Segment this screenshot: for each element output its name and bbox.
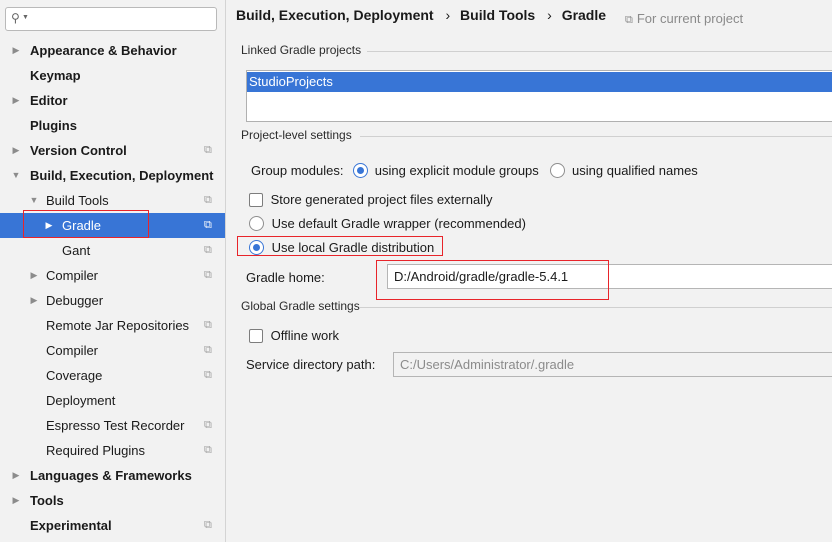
global-gradle-settings-title: Global Gradle settings [241, 299, 360, 313]
gradle-home-label: Gradle home: [246, 270, 325, 285]
sidebar-item-remote-jar-repositories[interactable]: Remote Jar Repositories ⧉ [0, 313, 225, 338]
sidebar-item-label: Deployment [46, 393, 116, 408]
project-scope-icon: ⧉ [204, 219, 212, 231]
breadcrumb-gradle[interactable]: Gradle [562, 7, 606, 23]
project-scope-icon: ⧉ [204, 194, 212, 206]
sidebar-item-label: Languages & Frameworks [30, 468, 192, 483]
sidebar-item-label: Tools [30, 493, 64, 508]
search-input[interactable]: ⚲ ▼ [5, 7, 217, 31]
chevron-right-icon[interactable]: ▶ [28, 288, 40, 313]
breadcrumb-separator: › [547, 7, 552, 23]
sidebar-item-label: Compiler [46, 268, 99, 283]
radio-default-wrapper[interactable] [249, 216, 264, 231]
chevron-right-icon[interactable]: ▶ [10, 138, 22, 163]
sidebar-item-label: Experimental [30, 518, 112, 533]
breadcrumb-build-tools[interactable]: Build Tools [460, 7, 535, 23]
highlight-box-local-distribution [237, 236, 443, 256]
list-item[interactable]: StudioProjects [247, 72, 832, 92]
search-icon[interactable]: ⚲ [11, 11, 20, 25]
qualified-names-label[interactable]: using qualified names [572, 163, 698, 178]
store-external-checkbox[interactable] [249, 193, 263, 207]
sidebar-item-label: Plugins [30, 118, 77, 133]
sidebar-item-label: Gant [62, 243, 91, 258]
default-wrapper-row: Use default Gradle wrapper (recommended) [249, 216, 526, 231]
default-wrapper-label[interactable]: Use default Gradle wrapper (recommended) [272, 216, 526, 231]
sidebar-item-label: Required Plugins [46, 443, 146, 458]
store-external-label[interactable]: Store generated project files externally [271, 192, 493, 207]
sidebar-item-label: Appearance & Behavior [30, 43, 177, 58]
sidebar-item-required-plugins[interactable]: Required Plugins ⧉ [0, 438, 225, 463]
chevron-down-icon[interactable]: ▼ [10, 163, 22, 188]
offline-work-label[interactable]: Offline work [271, 328, 339, 343]
sidebar-item-gant[interactable]: Gant ⧉ [0, 238, 225, 263]
project-scope-icon: ⧉ [204, 519, 212, 531]
section-divider [367, 51, 832, 52]
sidebar-item-label: Remote Jar Repositories [46, 318, 190, 333]
linked-projects-list[interactable]: StudioProjects [246, 70, 832, 122]
sidebar-item-compiler[interactable]: ▶ Compiler ⧉ [0, 263, 225, 288]
sidebar-item-label: Compiler [46, 343, 99, 358]
sidebar-item-debugger[interactable]: ▶ Debugger [0, 288, 225, 313]
sidebar-item-label: Debugger [46, 293, 104, 308]
chevron-right-icon[interactable]: ▶ [10, 38, 22, 63]
sidebar-item-label: Build, Execution, Deployment [30, 168, 214, 183]
sidebar-item-experimental[interactable]: Experimental ⧉ [0, 513, 225, 538]
service-directory-field[interactable]: C:/Users/Administrator/.gradle [393, 352, 832, 377]
for-current-project-note: ⧉ For current project [625, 11, 743, 27]
project-scope-icon: ⧉ [204, 344, 212, 356]
chevron-right-icon[interactable]: ▶ [10, 463, 22, 488]
section-divider [360, 136, 832, 137]
project-scope-icon: ⧉ [204, 419, 212, 431]
sidebar-item-languages-frameworks[interactable]: ▶ Languages & Frameworks [0, 463, 225, 488]
offline-work-row: Offline work [249, 328, 339, 343]
sidebar-item-deployment[interactable]: Deployment [0, 388, 225, 413]
radio-explicit-module-groups[interactable] [353, 163, 369, 178]
sidebar-item-coverage[interactable]: Coverage ⧉ [0, 363, 225, 388]
sidebar-item-espresso-test-recorder[interactable]: Espresso Test Recorder ⧉ [0, 413, 225, 438]
sidebar-item-appearance-behavior[interactable]: ▶ Appearance & Behavior [0, 38, 225, 63]
store-external-row: Store generated project files externally [249, 192, 492, 207]
sidebar-item-editor[interactable]: ▶ Editor [0, 88, 225, 113]
sidebar-item-tools[interactable]: ▶ Tools [0, 488, 225, 513]
project-scope-icon: ⧉ [204, 369, 212, 381]
for-current-project-label: For current project [636, 11, 744, 26]
sidebar-item-label: Keymap [30, 68, 81, 83]
sidebar-item-version-control[interactable]: ▶ Version Control ⧉ [0, 138, 225, 163]
radio-qualified-names[interactable] [550, 163, 566, 178]
chevron-right-icon[interactable]: ▶ [10, 88, 22, 113]
group-modules-label: Group modules: [251, 163, 344, 178]
project-scope-icon: ⧉ [204, 244, 212, 256]
sidebar-item-plugins[interactable]: Plugins [0, 113, 225, 138]
offline-work-checkbox[interactable] [249, 329, 263, 343]
chevron-right-icon[interactable]: ▶ [28, 263, 40, 288]
sidebar-item-build-execution-deployment[interactable]: ▼ Build, Execution, Deployment [0, 163, 225, 188]
service-directory-label: Service directory path: [246, 357, 376, 372]
linked-projects-title: Linked Gradle projects [241, 43, 362, 57]
sidebar-item-label: Version Control [30, 143, 127, 158]
project-level-settings-title: Project-level settings [241, 128, 352, 142]
project-scope-icon: ⧉ [204, 144, 212, 156]
highlight-box-gradle [23, 210, 149, 238]
settings-sidebar: ⚲ ▼ ▶ Appearance & Behavior Keymap ▶ Editor P… [0, 0, 226, 542]
sidebar-item-label: Espresso Test Recorder [46, 418, 185, 433]
sidebar-item-label: Editor [30, 93, 68, 108]
project-scope-icon: ⧉ [204, 319, 212, 331]
highlight-box-gradle-home [376, 260, 609, 300]
group-modules-row: Group modules: using explicit module gro… [251, 163, 698, 178]
section-divider [360, 307, 832, 308]
chevron-down-icon[interactable]: ▼ [22, 14, 29, 21]
sidebar-item-compiler[interactable]: Compiler ⧉ [0, 338, 225, 363]
sidebar-item-keymap[interactable]: Keymap [0, 63, 225, 88]
sidebar-item-label: Coverage [46, 368, 103, 383]
breadcrumb-separator: › [445, 7, 451, 23]
project-scope-icon: ⧉ [625, 14, 633, 26]
project-scope-icon: ⧉ [204, 444, 212, 456]
project-scope-icon: ⧉ [204, 269, 212, 281]
explicit-module-groups-label[interactable]: using explicit module groups [375, 163, 539, 178]
gradle-settings-panel: Build, Execution, Deployment › Build Too… [227, 0, 832, 542]
breadcrumb-build-execution-deployment[interactable]: Build, Execution, Deployment [236, 7, 434, 23]
breadcrumb: Build, Execution, Deployment › Build Too… [236, 7, 612, 23]
chevron-right-icon[interactable]: ▶ [10, 488, 22, 513]
